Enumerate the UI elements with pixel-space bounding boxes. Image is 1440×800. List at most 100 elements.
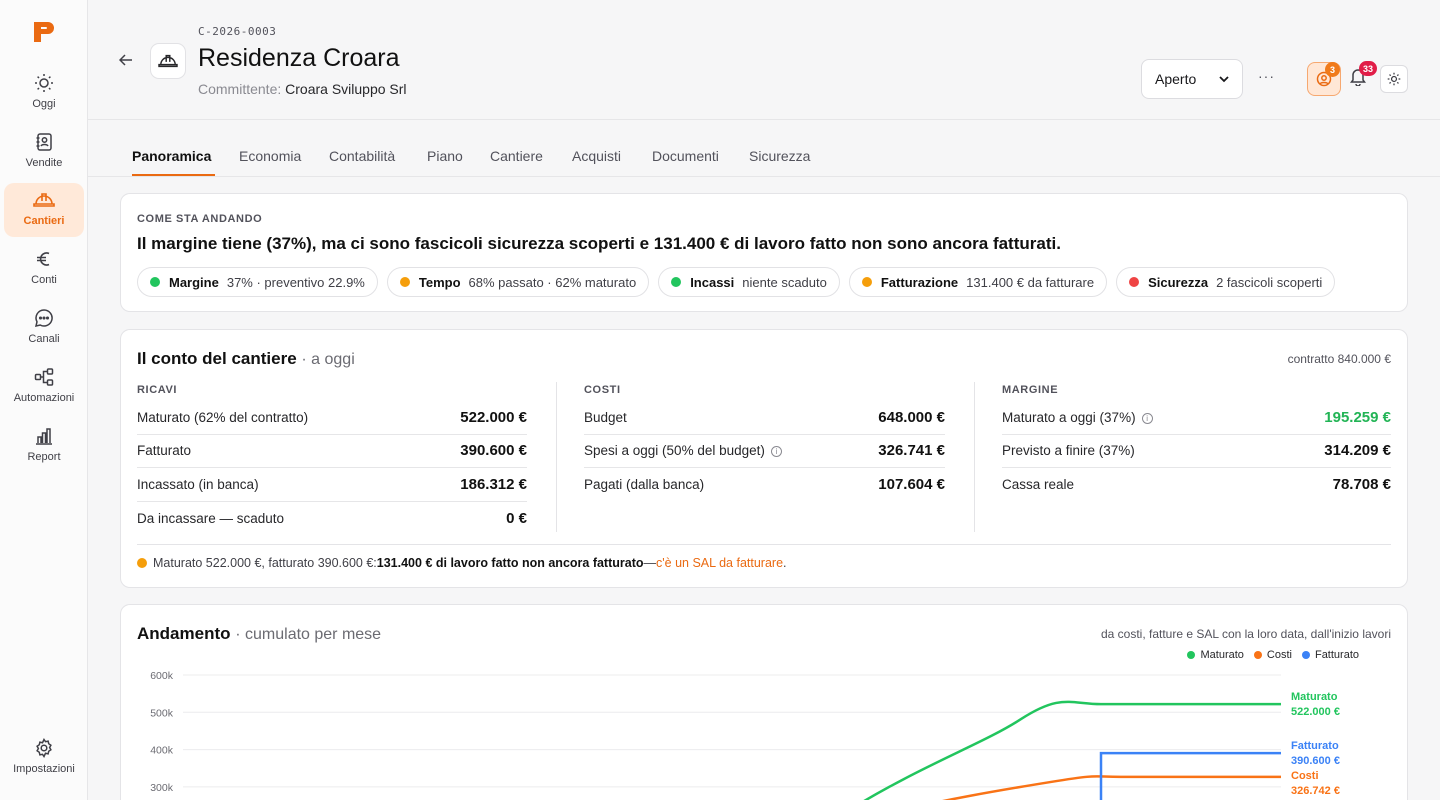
andamento-card: Andamento · cumulato per mese da costi, … (120, 604, 1408, 800)
series-line-costi (942, 775, 1281, 800)
page-title: Residenza Croara (198, 44, 400, 72)
info-icon[interactable]: i (1141, 412, 1153, 424)
sidebar-item-label: Automazioni (13, 392, 75, 404)
sidebar-item-vendite[interactable]: Vendite (4, 125, 84, 179)
tab-economia[interactable]: Economia (239, 148, 301, 164)
sidebar-item-oggi[interactable]: Oggi (4, 66, 84, 120)
row-label: Maturato a oggi (37%) (1002, 409, 1136, 425)
back-button[interactable] (116, 50, 136, 70)
sidebar-item-impostazioni[interactable]: Impostazioni (4, 731, 84, 785)
team-badge: 3 (1325, 62, 1340, 77)
row-value: 390.600 € (460, 442, 527, 460)
status-dot (1129, 277, 1140, 287)
row-value: 107.604 € (878, 476, 945, 494)
tab-documenti[interactable]: Documenti (652, 148, 719, 164)
row-label: Pagati (dalla banca) (584, 477, 705, 493)
sidebar-item-cantieri[interactable]: Cantieri (4, 183, 84, 237)
app-logo[interactable] (32, 20, 56, 44)
sidebar-item-report[interactable]: Report (4, 419, 84, 473)
tab-contabilita[interactable]: Contabilità (329, 148, 395, 164)
table-row: Budget 648.000 € (584, 401, 945, 435)
row-value: 78.708 € (1332, 476, 1391, 494)
tab-bar: Panoramica Economia Contabilità Piano Ca… (88, 121, 1440, 177)
margine-column: MARGINE Maturato a oggi (37%) i 195.259 € … (1002, 384, 1391, 502)
sidebar-item-canali[interactable]: Canali (4, 301, 84, 355)
row-label-wrap: Spesi a oggi (50% del budget) i (584, 443, 782, 458)
row-label: Da incassare — scaduto (137, 510, 285, 526)
table-row: Maturato (62% del contratto) 522.000 € (137, 401, 527, 435)
chip-value: niente scaduto (742, 274, 827, 290)
sidebar-item-label: Impostazioni (13, 763, 75, 775)
chip-margine[interactable]: Margine 37% · preventivo 22.9% (137, 267, 378, 297)
chip-value: 131.400 € da fatturare (966, 274, 1095, 290)
row-value: 326.741 € (878, 442, 945, 460)
client-name: Croara Sviluppo Srl (285, 81, 407, 97)
sidebar-item-label: Cantieri (23, 215, 65, 227)
row-label-wrap: Maturato a oggi (37%) i (1002, 410, 1153, 425)
hard-hat-icon (33, 189, 55, 211)
chip-tempo[interactable]: Tempo 68% passato · 62% maturato (386, 267, 650, 297)
chip-value: 2 fascicoli scoperti (1216, 274, 1323, 290)
contacts-icon (33, 131, 55, 153)
row-value: 0 € (506, 509, 527, 527)
series-end-value-fatturato: 390.600 € (1291, 755, 1340, 767)
project-icon (150, 43, 186, 79)
tab-cantiere[interactable]: Cantiere (490, 148, 543, 164)
more-options-button[interactable]: ··· (1258, 68, 1275, 84)
row-value: 186.312 € (460, 475, 527, 493)
chip-sicurezza[interactable]: Sicurezza 2 fascicoli scoperti (1116, 267, 1336, 297)
tab-sicurezza[interactable]: Sicurezza (749, 148, 810, 164)
status-dot (399, 277, 410, 287)
chip-value: 68% passato · 62% maturato (468, 274, 637, 290)
status-chips: Margine 37% · preventivo 22.9% Tempo 68%… (137, 267, 1336, 297)
chip-name: Incassi (690, 274, 735, 290)
chip-fatturazione[interactable]: Fatturazione 131.400 € da fatturare (848, 267, 1108, 297)
y-tick-label: 300k (150, 782, 174, 794)
bar-chart-icon (33, 425, 55, 447)
series-end-value-maturato: 522.000 € (1291, 706, 1340, 718)
row-value: 195.259 € (1324, 408, 1391, 426)
row-label: Incassato (in banca) (137, 476, 259, 492)
row-label: Maturato (62% del contratto) (137, 409, 309, 425)
note-dash: — (643, 556, 657, 570)
chip-name: Tempo (418, 274, 461, 290)
workflow-icon (33, 366, 55, 388)
euro-icon (33, 248, 55, 270)
summary-eyebrow: COME STA ANDANDO (137, 213, 263, 225)
row-label: Spesi a oggi (50% del budget) (584, 443, 765, 459)
tab-panoramica[interactable]: Panoramica (132, 148, 211, 164)
ricavi-column: RICAVI Maturato (62% del contratto) 522.0… (137, 384, 527, 535)
y-tick-label: 500k (150, 707, 174, 719)
tab-acquisti[interactable]: Acquisti (572, 148, 621, 164)
chevron-down-icon (1219, 76, 1229, 83)
table-row: Cassa reale 78.708 € (1002, 468, 1391, 502)
sidebar-item-automazioni[interactable]: Automazioni (4, 360, 84, 414)
y-tick-label: 400k (150, 745, 174, 757)
info-icon[interactable]: i (770, 446, 782, 458)
conto-title: Il conto del cantiere · a oggi (137, 349, 355, 369)
divider (137, 544, 1391, 545)
costi-label: COSTI (584, 384, 621, 396)
gear-icon (33, 737, 55, 759)
sal-link[interactable]: c'è un SAL da fatturare (656, 556, 783, 570)
table-row: Maturato a oggi (37%) i 195.259 € (1002, 401, 1391, 435)
note-suffix: . (783, 556, 787, 570)
tab-piano[interactable]: Piano (427, 148, 463, 164)
status-select[interactable]: Aperto (1141, 59, 1243, 99)
project-code: C-2026-0003 (198, 25, 277, 38)
status-dot (861, 277, 872, 287)
client-label: Committente: (198, 81, 282, 97)
table-row: Previsto a finire (37%) 314.209 € (1002, 435, 1391, 468)
sidebar-item-conti[interactable]: Conti (4, 242, 84, 296)
status-dot (150, 277, 160, 287)
project-client: Committente: Croara Sviluppo Srl (198, 81, 407, 97)
row-label: Fatturato (137, 443, 192, 459)
sidebar-item-label: Report (27, 451, 61, 463)
chat-icon (33, 307, 55, 329)
chip-incassi[interactable]: Incassi niente scaduto (658, 267, 840, 297)
y-tick-label: 600k (150, 670, 174, 682)
ricavi-label: RICAVI (137, 384, 178, 396)
costi-column: COSTI Budget 648.000 € Spesi a oggi (50% … (584, 384, 945, 502)
theme-toggle-button[interactable] (1380, 65, 1408, 93)
cumulative-line-chart: 600k 500k 400k 300k Maturato 522.000 € Fattura… (150, 670, 1340, 800)
